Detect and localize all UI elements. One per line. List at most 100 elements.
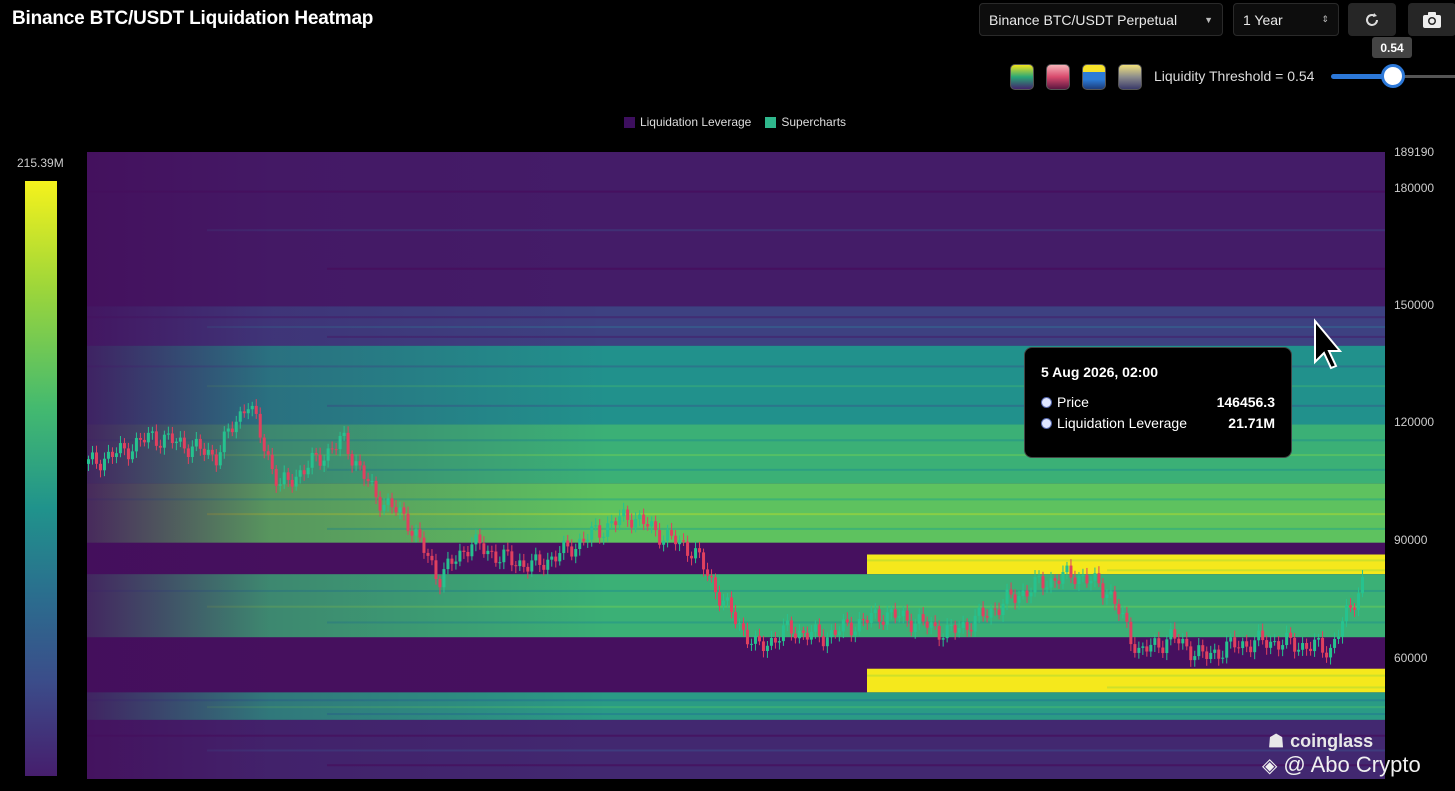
candle-body <box>789 620 793 634</box>
candle-body <box>1217 649 1221 659</box>
candle-body <box>522 560 526 567</box>
candle-body <box>682 540 686 542</box>
candle-body <box>314 452 318 455</box>
y-tick-label: 189190 <box>1394 145 1435 159</box>
threshold-label: Liquidity Threshold = 0.54 <box>1154 68 1315 84</box>
screenshot-button[interactable] <box>1408 3 1455 36</box>
candle-body <box>586 539 590 542</box>
candle-body <box>546 559 550 570</box>
candle-body <box>1041 576 1045 589</box>
candle-body <box>370 480 374 482</box>
candle-body <box>342 432 346 436</box>
candle-body <box>494 551 498 563</box>
candle-body <box>690 555 694 559</box>
legend-item-liquidation[interactable]: Liquidation Leverage <box>623 115 751 129</box>
heatmap-streak <box>987 564 1385 567</box>
candle-body <box>749 643 753 645</box>
heatmap-plot[interactable] <box>87 152 1385 779</box>
scheme-viridis-swatch[interactable] <box>1010 64 1034 90</box>
candle-body <box>1309 648 1313 652</box>
candle-body <box>1345 605 1349 622</box>
heatmap-streak <box>1107 569 1385 572</box>
heatmap-left-fade <box>87 152 607 779</box>
author-watermark: ◈ @ Abo Crypto <box>1262 752 1421 778</box>
candle-body <box>1189 646 1193 661</box>
candle-body <box>981 607 985 617</box>
candle-body <box>326 448 330 461</box>
candle-body <box>418 529 422 538</box>
candle-body <box>530 560 534 572</box>
pair-select[interactable]: Binance BTC/USDT Perpetual ▼ <box>979 3 1223 36</box>
candle-body <box>290 479 294 487</box>
range-select[interactable]: 1 Year ⇕ <box>1233 3 1339 36</box>
candle-body <box>646 524 650 527</box>
candle-body <box>594 525 598 527</box>
candle-body <box>710 575 714 578</box>
candle-body <box>254 405 258 414</box>
candle-body <box>873 609 877 614</box>
threshold-slider-handle[interactable] <box>1381 64 1405 88</box>
candle-body <box>913 623 917 632</box>
candle-body <box>210 449 214 455</box>
candle-body <box>1141 646 1145 648</box>
candle-body <box>470 544 474 557</box>
candle-body <box>578 538 582 549</box>
candle-body <box>857 618 861 632</box>
candle-body <box>921 614 925 622</box>
scheme-gray-swatch[interactable] <box>1118 64 1142 90</box>
candle-body <box>366 478 370 482</box>
candle-body <box>801 630 805 633</box>
candle-body <box>813 624 817 632</box>
candle-body <box>1277 641 1281 650</box>
candle-body <box>230 428 234 433</box>
candle-body <box>1269 641 1273 648</box>
candle-body <box>1329 647 1333 658</box>
binance-diamond-icon: ◈ <box>1262 754 1278 777</box>
scheme-pink-swatch[interactable] <box>1046 64 1070 90</box>
candle-body <box>957 628 961 633</box>
candle-body <box>158 445 162 448</box>
candle-body <box>194 438 198 447</box>
candle-body <box>953 625 957 633</box>
candle-body <box>837 631 841 635</box>
candle-body <box>234 421 238 433</box>
candle-body <box>1089 580 1093 584</box>
candle-body <box>638 514 642 520</box>
candle-body <box>1145 646 1149 652</box>
candle-body <box>1361 577 1365 594</box>
candle-body <box>566 540 570 547</box>
candle-body <box>1245 641 1249 647</box>
candle-body <box>1109 591 1113 595</box>
refresh-button[interactable] <box>1348 3 1396 36</box>
heatmap-streak <box>867 559 1385 562</box>
candle-body <box>993 608 997 610</box>
candle-body <box>1121 612 1125 615</box>
candle-body <box>702 552 706 570</box>
candle-body <box>1137 647 1141 653</box>
y-tick-label: 60000 <box>1394 651 1428 665</box>
candle-body <box>1101 583 1105 599</box>
candle-body <box>182 437 186 449</box>
candle-body <box>490 550 494 552</box>
candle-body <box>150 431 154 433</box>
candle-body <box>126 448 130 460</box>
candle-body <box>186 448 190 457</box>
candle-body <box>1285 632 1289 646</box>
candle-body <box>949 625 953 627</box>
candle-body <box>462 550 466 552</box>
scheme-blue-swatch[interactable] <box>1082 64 1106 90</box>
candle-body <box>773 637 777 643</box>
candle-body <box>1165 639 1169 654</box>
candle-body <box>1209 652 1213 659</box>
candle-body <box>142 439 146 443</box>
candle-body <box>238 411 242 422</box>
candle-body <box>1021 590 1025 596</box>
candle-body <box>87 459 90 464</box>
candle-body <box>410 531 414 536</box>
candle-body <box>1301 643 1305 650</box>
legend-item-supercharts[interactable]: Supercharts <box>765 115 846 129</box>
candle-body <box>1253 640 1257 653</box>
candle-body <box>1201 645 1205 652</box>
candle-body <box>865 619 869 623</box>
candle-body <box>430 555 434 561</box>
